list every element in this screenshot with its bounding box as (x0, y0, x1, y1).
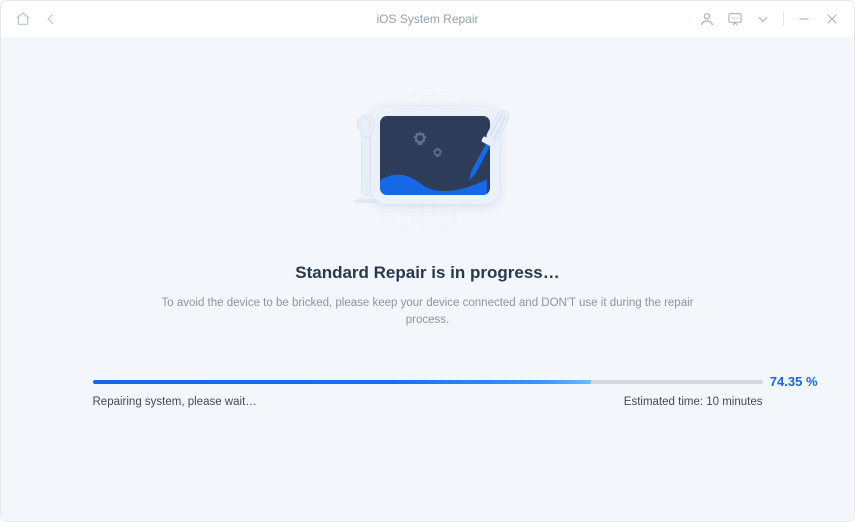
progress-heading: Standard Repair is in progress… (295, 263, 560, 283)
estimated-time: Estimated time: 10 minutes (624, 396, 763, 408)
progress-bar: 74.35 % (93, 380, 763, 384)
wrench-icon (348, 115, 384, 203)
window-title: iOS System Repair (1, 12, 854, 26)
status-text: Repairing system, please wait… (93, 396, 257, 408)
progress-fill (93, 380, 591, 384)
titlebar: iOS System Repair (1, 1, 854, 37)
app-window: iOS System Repair (0, 0, 855, 522)
gear-icon (409, 129, 431, 151)
progress-section: 74.35 % Repairing system, please wait… E… (93, 380, 763, 408)
content-area: Standard Repair is in progress… To avoid… (1, 37, 854, 521)
repair-illustration (343, 85, 513, 235)
screwdriver-icon (462, 105, 514, 195)
progress-percent: 74.35 % (770, 374, 818, 389)
gear-icon (430, 146, 445, 161)
progress-subtext: To avoid the device to be bricked, pleas… (148, 295, 708, 330)
